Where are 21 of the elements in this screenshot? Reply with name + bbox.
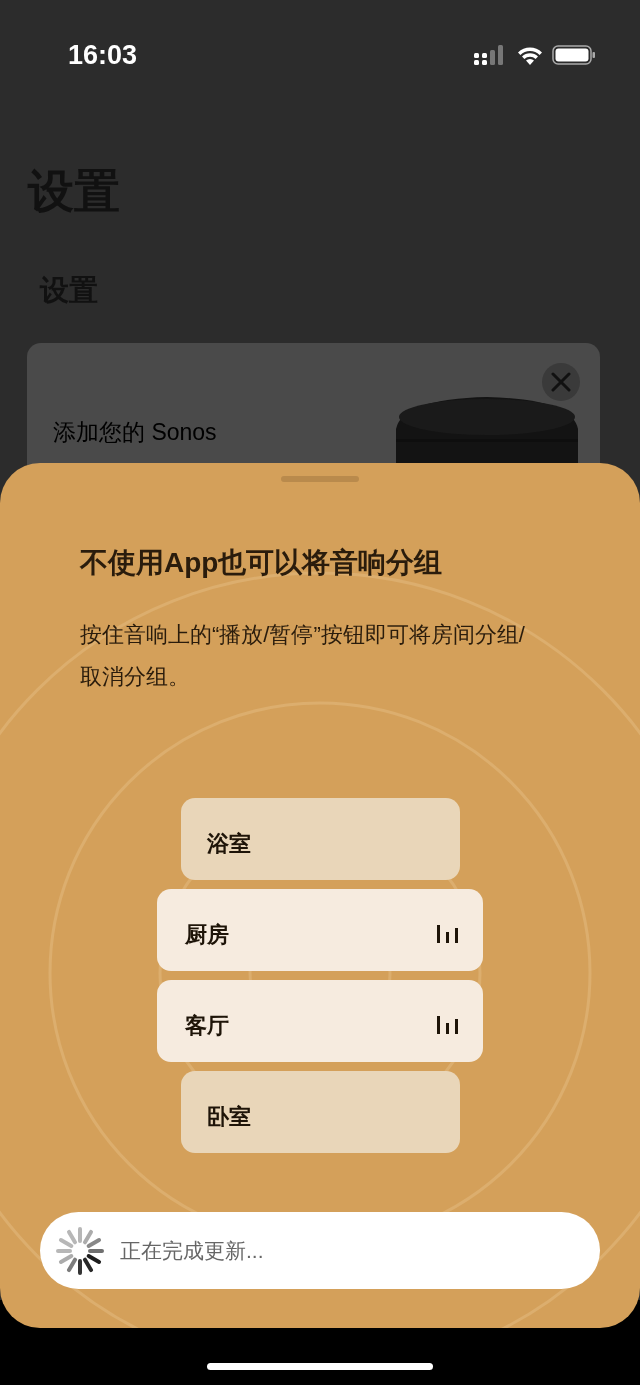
sheet-description: 按住音响上的“播放/暂停”按钮即可将房间分组/取消分组。: [80, 621, 526, 691]
status-time: 16:03: [68, 38, 138, 72]
room-name: 卧室: [206, 1102, 251, 1131]
playing-bars-icon: [435, 924, 459, 944]
playing-bars-icon: [435, 1015, 459, 1035]
room-tile[interactable]: 客厅: [157, 980, 483, 1062]
sheet-title: 不使用App也可以将音响分组: [80, 546, 444, 580]
close-button[interactable]: [542, 362, 580, 401]
battery-icon: [552, 44, 596, 66]
room-tile[interactable]: 厨房: [157, 889, 483, 971]
card-text: 添加您的 Sonos: [53, 417, 217, 447]
drag-handle[interactable]: [281, 476, 359, 482]
loading-spinner-icon: [54, 1224, 106, 1277]
room-tile[interactable]: 卧室: [180, 1071, 460, 1153]
room-name: 浴室: [206, 829, 251, 858]
home-indicator[interactable]: [207, 1363, 433, 1370]
status-text: 正在完成更新...: [120, 1237, 264, 1264]
room-name: 客厅: [185, 1011, 229, 1040]
close-icon: [551, 371, 571, 392]
room-tile[interactable]: 浴室: [180, 798, 460, 880]
room-name: 厨房: [185, 920, 229, 949]
